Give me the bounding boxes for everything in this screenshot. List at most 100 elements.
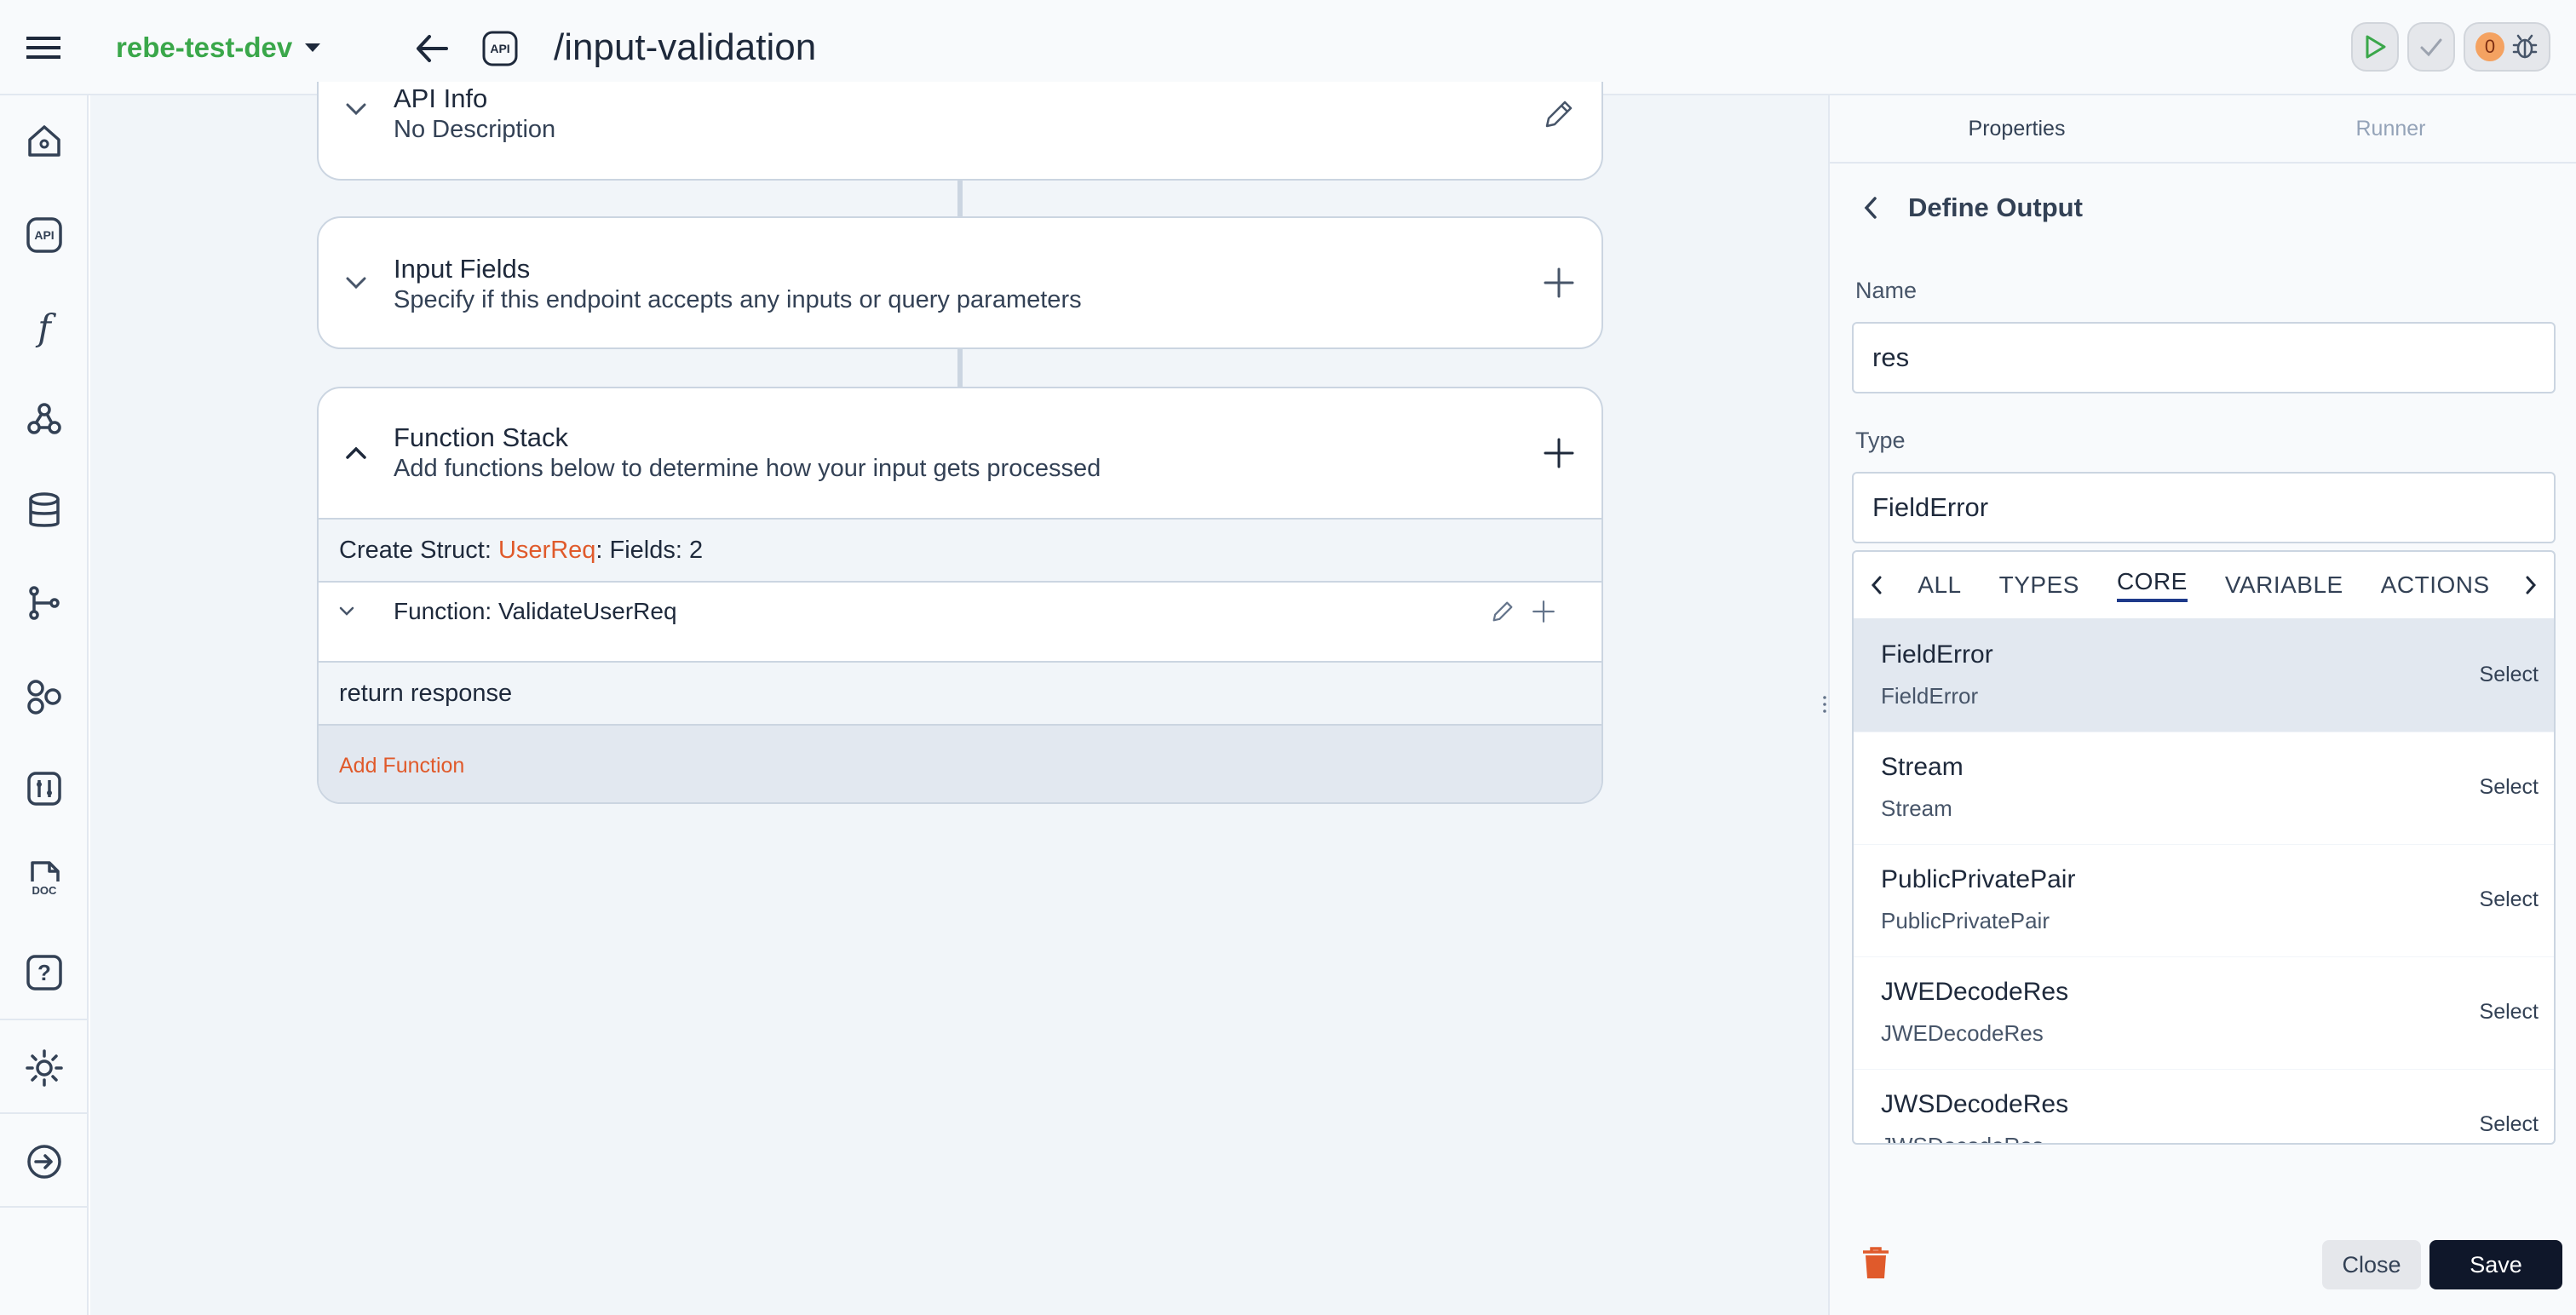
sidebar-item-logout[interactable]	[19, 1136, 70, 1187]
name-input[interactable]: res	[1852, 322, 2556, 393]
add-step-plus-icon[interactable]	[1532, 600, 1555, 623]
dropdown-tab-types[interactable]: TYPES	[1981, 552, 2098, 619]
return-row[interactable]: return response	[319, 661, 1601, 724]
error-count-badge: 0	[2475, 32, 2504, 61]
card-connector	[957, 349, 963, 387]
dropdown-tab-all[interactable]: ALL	[1899, 552, 1980, 619]
sidebar-api-label: API	[34, 228, 55, 242]
home-icon	[28, 125, 60, 157]
sidebar-item-git[interactable]	[19, 577, 70, 629]
card-connector	[957, 181, 963, 216]
option-name: Stream	[1881, 753, 1964, 781]
back-arrow-icon[interactable]	[409, 26, 455, 72]
chevron-up-icon[interactable]	[339, 436, 373, 470]
function-row[interactable]: Function: ValidateUserReq	[319, 581, 1601, 640]
play-icon	[2366, 35, 2386, 59]
dropdown-tab-actions[interactable]: ACTIONS	[2362, 552, 2509, 619]
sidebar-item-api[interactable]: API	[19, 210, 70, 261]
chevron-left-icon[interactable]	[1854, 552, 1899, 619]
option-select-button[interactable]: Select	[2480, 887, 2539, 912]
dropdown-tabs: ALL TYPES CORE VARIABLE ACTIONS	[1854, 552, 2554, 620]
option-item[interactable]: FieldError FieldError Select	[1854, 620, 2554, 732]
option-type: PublicPrivatePair	[1881, 908, 2050, 933]
chevron-down-icon[interactable]	[339, 606, 354, 616]
option-select-button[interactable]: Select	[2480, 775, 2539, 800]
create-struct-prefix: Create Struct:	[339, 536, 498, 564]
option-type: FieldError	[1881, 683, 1979, 709]
settings-sliders-icon	[27, 772, 61, 806]
sidebar-item-help[interactable]: ?	[19, 947, 70, 998]
hamburger-menu-icon[interactable]	[17, 22, 70, 73]
option-select-button[interactable]: Select	[2480, 1112, 2539, 1137]
close-button[interactable]: Close	[2322, 1240, 2421, 1289]
option-item[interactable]: Stream Stream Select	[1854, 732, 2554, 845]
api-icon: API	[477, 26, 523, 72]
trash-icon[interactable]	[1857, 1242, 1895, 1284]
branch-icon	[29, 586, 60, 620]
input-fields-title: Input Fields	[394, 254, 531, 284]
option-item[interactable]: JWEDecodeRes JWEDecodeRes Select	[1854, 957, 2554, 1070]
add-function-link[interactable]: Add Function	[339, 754, 464, 778]
save-button[interactable]: Save	[2429, 1240, 2562, 1289]
option-select-button[interactable]: Select	[2480, 1000, 2539, 1025]
api-badge-label: API	[490, 42, 510, 55]
chevron-left-icon[interactable]	[1854, 191, 1888, 225]
option-type: JWSDecodeRes	[1881, 1133, 2044, 1143]
option-name: JWSDecodeRes	[1881, 1090, 2069, 1118]
input-fields-description: Specify if this endpoint accepts any inp…	[394, 286, 1082, 313]
type-dropdown: ALL TYPES CORE VARIABLE ACTIONS FieldErr…	[1852, 550, 2556, 1145]
debug-button[interactable]: 0	[2464, 22, 2550, 72]
api-info-card[interactable]: API Info No Description	[317, 82, 1603, 181]
struct-fields-count: : Fields: 2	[595, 536, 704, 564]
sidebar-item-theme[interactable]	[19, 1042, 70, 1094]
components-icon	[27, 680, 61, 715]
publish-button[interactable]	[2407, 22, 2455, 72]
dropdown-options: FieldError FieldError Select Stream Stre…	[1854, 620, 2554, 1143]
sidebar-item-components[interactable]	[19, 671, 70, 722]
chevron-down-icon[interactable]	[339, 266, 373, 300]
add-function-plus-icon[interactable]	[1537, 431, 1581, 475]
type-input[interactable]: FieldError	[1852, 472, 2556, 543]
input-fields-card[interactable]: Input Fields Specify if this endpoint ac…	[317, 216, 1603, 349]
sidebar-item-functions[interactable]: f	[19, 301, 70, 353]
caret-down-icon	[305, 43, 321, 52]
panel-heading: Define Output	[1908, 192, 2083, 222]
tab-properties[interactable]: Properties	[1830, 95, 2204, 162]
api-info-title: API Info	[394, 83, 488, 113]
option-item[interactable]: JWSDecodeRes JWSDecodeRes Select	[1854, 1070, 2554, 1143]
add-function-row[interactable]: Add Function	[319, 724, 1601, 802]
sidebar-divider	[0, 1206, 89, 1208]
sidebar-item-docs[interactable]: DOC	[19, 855, 70, 906]
tab-runner[interactable]: Runner	[2204, 95, 2576, 162]
type-label: Type	[1855, 428, 1906, 453]
sidebar-divider	[0, 1112, 89, 1114]
workspace-selector[interactable]: rebe-test-dev	[116, 27, 321, 68]
panel-tabs: Properties Runner	[1830, 95, 2576, 164]
dropdown-tab-core[interactable]: CORE	[2098, 552, 2206, 619]
add-input-plus-icon[interactable]	[1537, 261, 1581, 305]
edit-pencil-icon[interactable]	[1491, 600, 1515, 623]
function-stack-description: Add functions below to determine how you…	[394, 455, 1101, 482]
dropdown-tab-variable[interactable]: VARIABLE	[2206, 552, 2362, 619]
run-button[interactable]	[2351, 22, 2399, 72]
check-icon	[2420, 38, 2442, 57]
sidebar-item-webhooks[interactable]	[19, 393, 70, 445]
sidebar-item-database[interactable]	[19, 485, 70, 537]
sidebar-item-controls[interactable]	[19, 763, 70, 814]
docs-icon-label: DOC	[32, 884, 57, 897]
option-item[interactable]: PublicPrivatePair PublicPrivatePair Sele…	[1854, 845, 2554, 957]
chevron-right-icon[interactable]	[2509, 552, 2554, 619]
logout-icon	[27, 1145, 61, 1179]
chevron-down-icon[interactable]	[339, 92, 373, 126]
function-name: Function: ValidateUserReq	[394, 598, 677, 624]
option-select-button[interactable]: Select	[2480, 663, 2539, 687]
page-title: /input-validation	[554, 26, 817, 68]
edit-pencil-icon[interactable]	[1537, 92, 1581, 136]
function-icon: f	[37, 306, 51, 348]
create-struct-row[interactable]: Create Struct: UserReq : Fields: 2	[319, 518, 1601, 581]
sidebar-item-home[interactable]	[19, 116, 70, 167]
database-icon	[29, 492, 60, 527]
webhook-icon	[27, 403, 61, 434]
help-icon: ?	[37, 959, 51, 985]
struct-name-link[interactable]: UserReq	[498, 537, 595, 565]
